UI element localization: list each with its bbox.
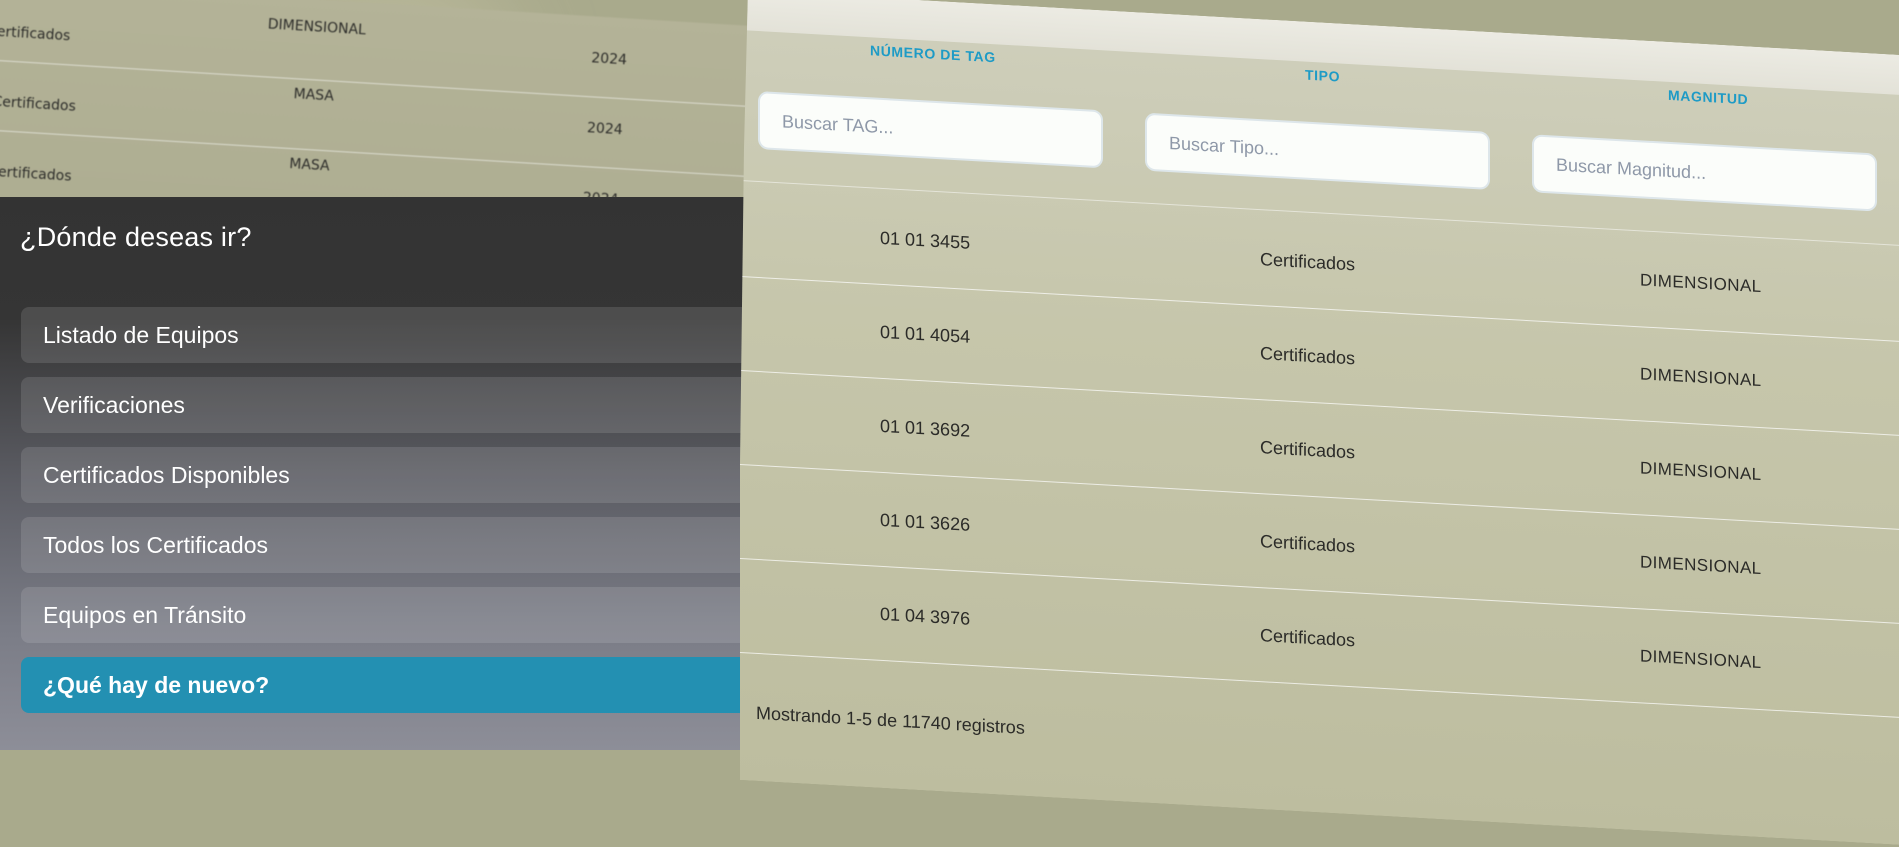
search-tag-input[interactable] [758, 91, 1103, 168]
nav-item-equipos-transito[interactable]: Equipos en Tránsito [21, 587, 761, 643]
nav-item-certificados-disponibles[interactable]: Certificados Disponibles [21, 447, 761, 503]
cell-magnitud: DIMENSIONAL [1640, 270, 1762, 297]
cell-magnitud: DIMENSIONAL [1640, 458, 1762, 485]
nav-title: ¿Dónde deseas ir? [20, 222, 252, 252]
cell-magnitud: DIMENSIONAL [1640, 646, 1762, 673]
table-cell-year: 2024 [586, 120, 624, 139]
table-cell-magnitud: MASA [288, 156, 331, 175]
cell-tag: 01 01 3455 [880, 227, 971, 253]
cell-tipo: Certificados [1260, 343, 1356, 369]
navigation-panel: ¿Dónde deseas ir? Listado de Equipos Ver… [0, 197, 761, 750]
column-header-tipo[interactable]: TIPO [1305, 67, 1340, 85]
table-cell-year: 2024 [590, 50, 628, 69]
cell-magnitud: DIMENSIONAL [1640, 552, 1762, 579]
cell-tag: 01 01 4054 [880, 321, 971, 347]
cell-tag: 01 01 3626 [880, 509, 971, 535]
cell-tipo: Certificados [1260, 249, 1356, 275]
nav-item-que-hay-de-nuevo[interactable]: ¿Qué hay de nuevo? [21, 657, 761, 713]
table-cell-tipo: ertificados [0, 23, 71, 45]
nav-item-todos-certificados[interactable]: Todos los Certificados [21, 517, 761, 573]
column-header-magnitud[interactable]: MAGNITUD [1668, 87, 1748, 107]
certificates-table-card: NÚMERO DE TAG TIPO MAGNITUD 01 01 3455 C… [740, 0, 1899, 847]
pagination-summary: Mostrando 1-5 de 11740 registros [756, 702, 1025, 738]
cell-tipo: Certificados [1260, 625, 1356, 651]
cell-tipo: Certificados [1260, 531, 1356, 557]
table-cell-magnitud: DIMENSIONAL [267, 16, 367, 39]
table-cell-magnitud: MASA [293, 86, 335, 105]
search-magnitud-input[interactable] [1532, 134, 1877, 211]
nav-item-listado-equipos[interactable]: Listado de Equipos [21, 307, 761, 363]
cell-tipo: Certificados [1260, 437, 1356, 463]
cell-magnitud: DIMENSIONAL [1640, 364, 1762, 391]
search-tipo-input[interactable] [1145, 113, 1490, 190]
nav-item-verificaciones[interactable]: Verificaciones [21, 377, 761, 433]
column-header-tag[interactable]: NÚMERO DE TAG [870, 42, 996, 65]
cell-tag: 01 04 3976 [880, 603, 971, 629]
table-cell-tipo: Certificados [0, 93, 77, 115]
cell-tag: 01 01 3692 [880, 415, 971, 441]
table-cell-tipo: Certificados [0, 163, 72, 185]
